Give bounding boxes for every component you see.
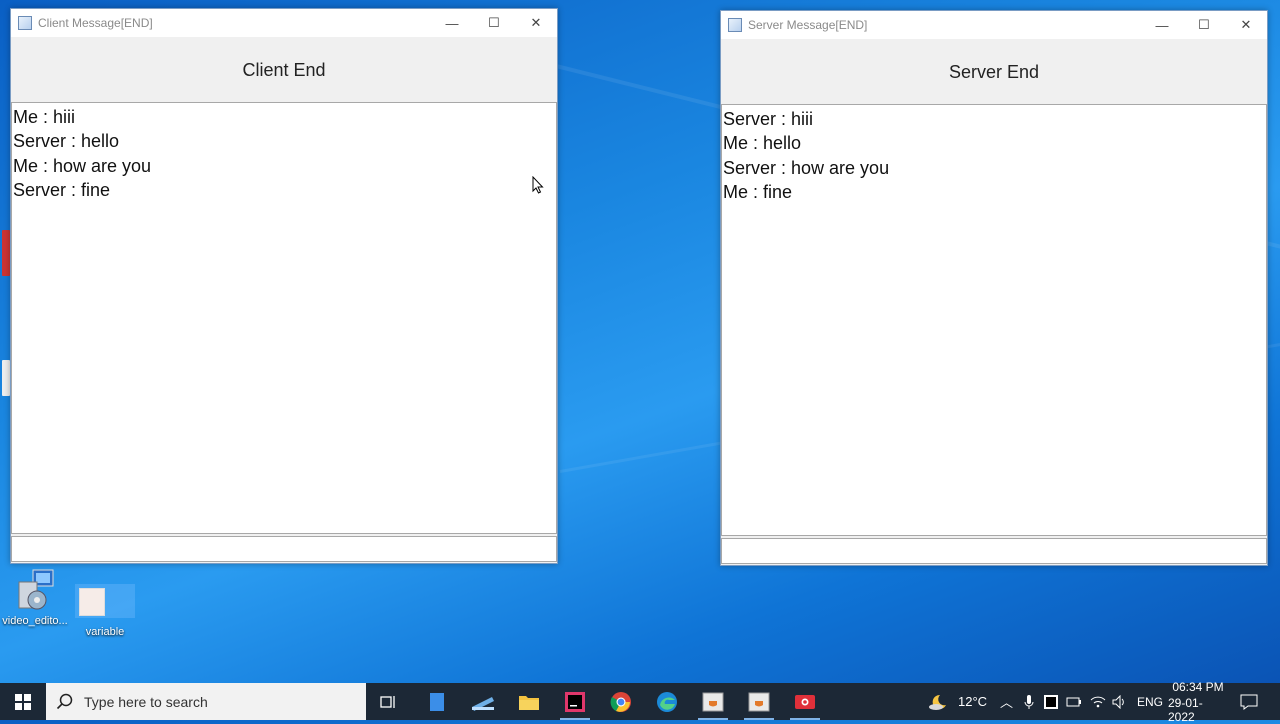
- java-app-icon: [702, 692, 724, 711]
- taskbar-app-chrome[interactable]: [598, 683, 644, 720]
- battery-icon: [1066, 697, 1081, 706]
- maximize-button[interactable]: ☐: [473, 9, 515, 37]
- taskbar-app-edge[interactable]: [644, 683, 690, 720]
- task-view-icon: [380, 695, 395, 708]
- speaker-icon: [1112, 694, 1124, 709]
- desktop-icon-video-editor[interactable]: video_edito...: [0, 568, 70, 627]
- minimize-button[interactable]: —: [431, 9, 473, 37]
- clock-time: 06:34 PM: [1172, 679, 1224, 694]
- installer-icon: [18, 569, 54, 610]
- client-chat-area[interactable]: Me : hiii Server : hello Me : how are yo…: [11, 102, 557, 534]
- chat-message: Me : how are you: [13, 155, 152, 176]
- task-view-button[interactable]: [366, 683, 412, 720]
- language-text: ENG: [1137, 694, 1164, 709]
- edge-icon: [657, 691, 677, 712]
- taskbar-search-box[interactable]: Type here to search: [46, 683, 366, 720]
- desktop-icon-label: variable: [85, 626, 125, 638]
- taskbar-app-java-server[interactable]: [736, 683, 782, 720]
- show-hidden-icons-button[interactable]: ︿: [1000, 683, 1013, 720]
- client-window: Client Message[END] — ☐ ✕ Client End Me …: [10, 8, 558, 564]
- server-title-bar[interactable]: Server Message[END] — ☐ ✕: [721, 11, 1267, 39]
- intellij-tray[interactable]: [1044, 683, 1058, 720]
- taskbar-app-java-client[interactable]: [690, 683, 736, 720]
- taskbar-app-screen-recorder[interactable]: [782, 683, 828, 720]
- client-header-label: Client End: [242, 60, 326, 80]
- server-chat-area[interactable]: Server : hiii Me : hello Server : how ar…: [721, 104, 1267, 536]
- weather-widget[interactable]: 12°C: [928, 683, 987, 720]
- volume-tray[interactable]: [1112, 683, 1128, 720]
- chat-message: Server : hiii: [723, 109, 814, 129]
- java-app-icon: [18, 16, 32, 30]
- scanner-app-icon: [472, 696, 494, 711]
- server-message-input[interactable]: [721, 538, 1267, 564]
- chat-message: Me : hello: [723, 133, 802, 154]
- minimize-button[interactable]: —: [1141, 11, 1183, 39]
- mouse-cursor-icon: [532, 176, 544, 194]
- notification-icon: [1240, 694, 1258, 710]
- windows-logo-icon: [15, 693, 31, 710]
- taskbar-app-intellij[interactable]: [552, 683, 598, 720]
- language-indicator[interactable]: ENG: [1137, 683, 1163, 720]
- chat-message: Me : fine: [723, 181, 793, 202]
- network-tray[interactable]: [1090, 683, 1106, 720]
- close-button[interactable]: ✕: [515, 9, 557, 37]
- notifications-button[interactable]: [1240, 683, 1258, 720]
- chat-message: Server : how are you: [723, 157, 890, 178]
- microphone-tray[interactable]: [1024, 683, 1034, 720]
- desktop-icon-variable[interactable]: variable: [74, 584, 136, 638]
- clock-date: 29-01-2022: [1168, 695, 1203, 724]
- client-message-input[interactable]: [11, 536, 557, 562]
- document-app-icon: [430, 692, 444, 711]
- maximize-button[interactable]: ☐: [1183, 11, 1225, 39]
- client-title-bar[interactable]: Client Message[END] — ☐ ✕: [11, 9, 557, 37]
- search-placeholder: Type here to search: [84, 693, 208, 710]
- screen-recorder-icon: [795, 694, 815, 709]
- close-button[interactable]: ✕: [1225, 11, 1267, 39]
- taskbar-app-file-explorer[interactable]: [506, 683, 552, 720]
- client-window-title: Client Message[END]: [38, 16, 153, 30]
- wifi-icon: [1090, 696, 1106, 707]
- server-window: Server Message[END] — ☐ ✕ Server End Ser…: [720, 10, 1268, 566]
- clock[interactable]: 06:34 PM 29-01-2022: [1168, 679, 1228, 724]
- server-header-label: Server End: [948, 62, 1040, 82]
- weather-moon-icon: [929, 694, 946, 710]
- chevron-up-icon: ︿: [1000, 695, 1014, 710]
- java-app-icon: [728, 18, 742, 32]
- java-app-icon: [748, 692, 770, 711]
- intellij-tray-icon: [1044, 694, 1058, 709]
- folder-icon: [519, 695, 539, 710]
- intellij-icon: [565, 691, 585, 712]
- chrome-icon: [610, 691, 631, 712]
- taskbar-app-scanner[interactable]: [460, 683, 506, 720]
- taskbar-app-document[interactable]: [414, 683, 460, 720]
- start-button[interactable]: [0, 683, 46, 720]
- chat-message: Me : hiii: [13, 107, 76, 127]
- weather-temperature: 12°C: [958, 694, 988, 709]
- microphone-icon: [1024, 694, 1034, 709]
- server-window-title: Server Message[END]: [748, 18, 868, 32]
- chat-message: Server : hello: [13, 131, 120, 152]
- chat-message: Server : fine: [13, 179, 111, 200]
- desktop-icon-label: video_edito...: [2, 615, 68, 627]
- battery-tray[interactable]: [1066, 683, 1082, 720]
- file-icon: [79, 588, 105, 616]
- search-icon: [56, 693, 73, 709]
- partial-desktop-icons: [0, 170, 10, 530]
